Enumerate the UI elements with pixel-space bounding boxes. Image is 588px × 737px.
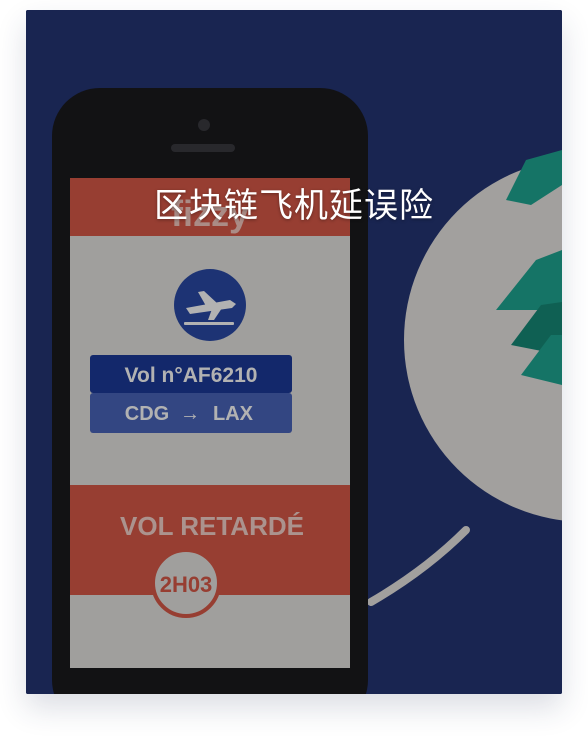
insurance-card[interactable]: fizzy Vol n°AF6210 CDG → LAX VOL RETARDÉ… [26, 10, 562, 694]
card-title: 区块链飞机延误险 [154, 186, 434, 226]
dark-overlay [26, 10, 562, 694]
